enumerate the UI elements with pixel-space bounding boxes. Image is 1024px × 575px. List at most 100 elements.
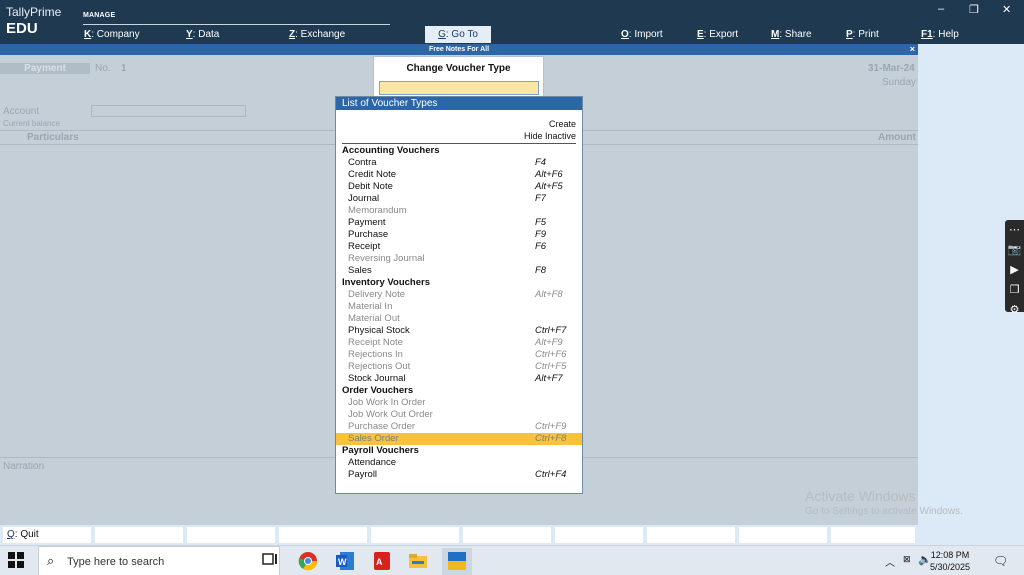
- shortcut-key: Ctrl+F6: [535, 349, 567, 360]
- list-item[interactable]: Material In: [336, 301, 582, 313]
- list-item[interactable]: Sales F8: [336, 265, 582, 277]
- notification-icon[interactable]: 🗨: [993, 554, 1015, 574]
- shortcut-key: Ctrl+F9: [535, 421, 567, 432]
- shortcut-key: Ctrl+F4: [535, 469, 567, 480]
- windows-icon[interactable]: ❐: [1005, 280, 1024, 300]
- menu-share[interactable]: M: Share: [771, 29, 812, 40]
- clock-date: 5/30/2025: [930, 562, 971, 572]
- list-item[interactable]: Delivery Note Alt+F8: [336, 289, 582, 301]
- task-view-icon[interactable]: [262, 551, 284, 571]
- svg-text:W: W: [338, 557, 347, 567]
- voucher-type-name: Material Out: [348, 313, 400, 324]
- menu-import[interactable]: O: Import: [621, 29, 663, 40]
- company-title: Free Notes For All: [428, 46, 490, 53]
- list-item[interactable]: Job Work Out Order: [336, 409, 582, 421]
- create-button[interactable]: Create: [336, 118, 582, 130]
- list-item[interactable]: Receipt Note Alt+F9: [336, 337, 582, 349]
- gear-icon[interactable]: ⚙: [1005, 300, 1024, 320]
- windows-start-icon[interactable]: [8, 552, 30, 572]
- clock-time: 12:08 PM: [930, 550, 970, 560]
- search-placeholder: Type here to search: [67, 556, 165, 568]
- list-item[interactable]: Memorandum: [336, 205, 582, 217]
- shortcut-key: F4: [535, 157, 547, 168]
- current-balance-label: Current balance: [3, 119, 60, 128]
- empty-button-slot: [187, 527, 275, 543]
- empty-button-slot: [95, 527, 183, 543]
- menu-data[interactable]: Y: Data: [186, 29, 219, 40]
- list-item[interactable]: Purchase Order Ctrl+F9: [336, 421, 582, 433]
- menu-company[interactable]: K: Company: [84, 29, 140, 40]
- manage-divider: [83, 24, 390, 25]
- quit-button[interactable]: Q: Quit: [3, 527, 91, 543]
- close-icon[interactable]: ✕: [1002, 3, 1011, 16]
- voucher-date: 31-Mar-24: [868, 63, 915, 74]
- voucher-type-input[interactable]: [379, 81, 539, 95]
- shortcut-key: F8: [535, 265, 547, 276]
- more-icon[interactable]: ⋯: [1005, 220, 1024, 240]
- voucher-type-name: Debit Note: [348, 181, 393, 192]
- hide-inactive-button[interactable]: Hide Inactive: [336, 130, 582, 142]
- voucher-type-name: Inventory Vouchers: [342, 277, 430, 288]
- voucher-type-name: Rejections Out: [348, 361, 411, 372]
- voucher-type-name: Receipt Note: [348, 337, 403, 348]
- voucher-type-name: Journal: [348, 193, 380, 204]
- word-icon[interactable]: W: [335, 551, 357, 571]
- menu-export[interactable]: E: Export: [697, 29, 738, 40]
- close-voucher-icon[interactable]: ×: [910, 44, 915, 55]
- list-item[interactable]: Material Out: [336, 313, 582, 325]
- list-item[interactable]: Purchase F9: [336, 229, 582, 241]
- narration-label: Narration: [3, 461, 45, 472]
- list-item[interactable]: Physical Stock Ctrl+F7: [336, 325, 582, 337]
- file-explorer-icon[interactable]: [408, 551, 430, 571]
- list-item[interactable]: Payment F5: [336, 217, 582, 229]
- taskbar: ⌕ Type here to search W A ︿ ⊠ 🔈 12:08 PM…: [0, 545, 1024, 575]
- account-field[interactable]: [91, 105, 246, 117]
- list-item[interactable]: Debit Note Alt+F5: [336, 181, 582, 193]
- minimize-icon[interactable]: –: [938, 3, 944, 15]
- shortcut-key: Ctrl+F5: [535, 361, 567, 372]
- voucher-type-name: Order Vouchers: [342, 385, 414, 396]
- list-item[interactable]: Credit Note Alt+F6: [336, 169, 582, 181]
- list-item[interactable]: Reversing Journal: [336, 253, 582, 265]
- list-item[interactable]: Contra F4: [336, 157, 582, 169]
- list-item[interactable]: Stock Journal Alt+F7: [336, 373, 582, 385]
- menu-help[interactable]: F1: Help: [921, 29, 959, 40]
- voucher-type-name: Reversing Journal: [348, 253, 425, 264]
- list-item[interactable]: Sales Order Ctrl+F8: [336, 433, 582, 445]
- empty-button-slot: [555, 527, 643, 543]
- voucher-type-name: Physical Stock: [348, 325, 410, 336]
- list-item[interactable]: Attendance: [336, 457, 582, 469]
- camera-icon[interactable]: 📷: [1005, 240, 1024, 260]
- voucher-type-name: Payroll Vouchers: [342, 445, 419, 456]
- pdf-icon[interactable]: A: [372, 551, 394, 571]
- list-item[interactable]: Job Work In Order: [336, 397, 582, 409]
- voucher-no-label: No.: [95, 63, 111, 74]
- list-item[interactable]: Payroll Ctrl+F4: [336, 469, 582, 481]
- list-item[interactable]: Rejections In Ctrl+F6: [336, 349, 582, 361]
- voucher-type-name: Delivery Note: [348, 289, 406, 300]
- shortcut-key: F5: [535, 217, 547, 228]
- menu-print[interactable]: P: Print: [846, 29, 879, 40]
- tally-icon[interactable]: [442, 548, 472, 575]
- voucher-type-name: Accounting Vouchers: [342, 145, 440, 156]
- menu-exchange[interactable]: Z: Exchange: [289, 29, 345, 40]
- chrome-icon[interactable]: [298, 551, 320, 571]
- edition-name: EDU: [6, 20, 38, 37]
- company-bar: Free Notes For All ×: [0, 44, 918, 55]
- shortcut-key: Alt+F7: [535, 373, 563, 384]
- voucher-type-name: Sales Order: [348, 433, 399, 444]
- shortcut-key: Alt+F9: [535, 337, 563, 348]
- restore-icon[interactable]: ❐: [969, 3, 979, 16]
- voucher-type-name: Receipt: [348, 241, 381, 252]
- goto-button[interactable]: G: Go To: [425, 26, 491, 43]
- taskbar-search[interactable]: ⌕ Type here to search: [38, 546, 280, 575]
- system-clock[interactable]: 12:08 PM 5/30/2025: [930, 549, 970, 573]
- list-item[interactable]: Journal F7: [336, 193, 582, 205]
- video-icon[interactable]: ▶: [1005, 260, 1024, 280]
- list-item[interactable]: Rejections Out Ctrl+F5: [336, 361, 582, 373]
- list-item[interactable]: Receipt F6: [336, 241, 582, 253]
- voucher-type-name: Material In: [348, 301, 393, 312]
- brand: TallyPrime EDU: [6, 5, 61, 37]
- empty-button-slot: [831, 527, 915, 543]
- title-bar: TallyPrime EDU MANAGE K: Company Y: Data…: [0, 0, 1024, 44]
